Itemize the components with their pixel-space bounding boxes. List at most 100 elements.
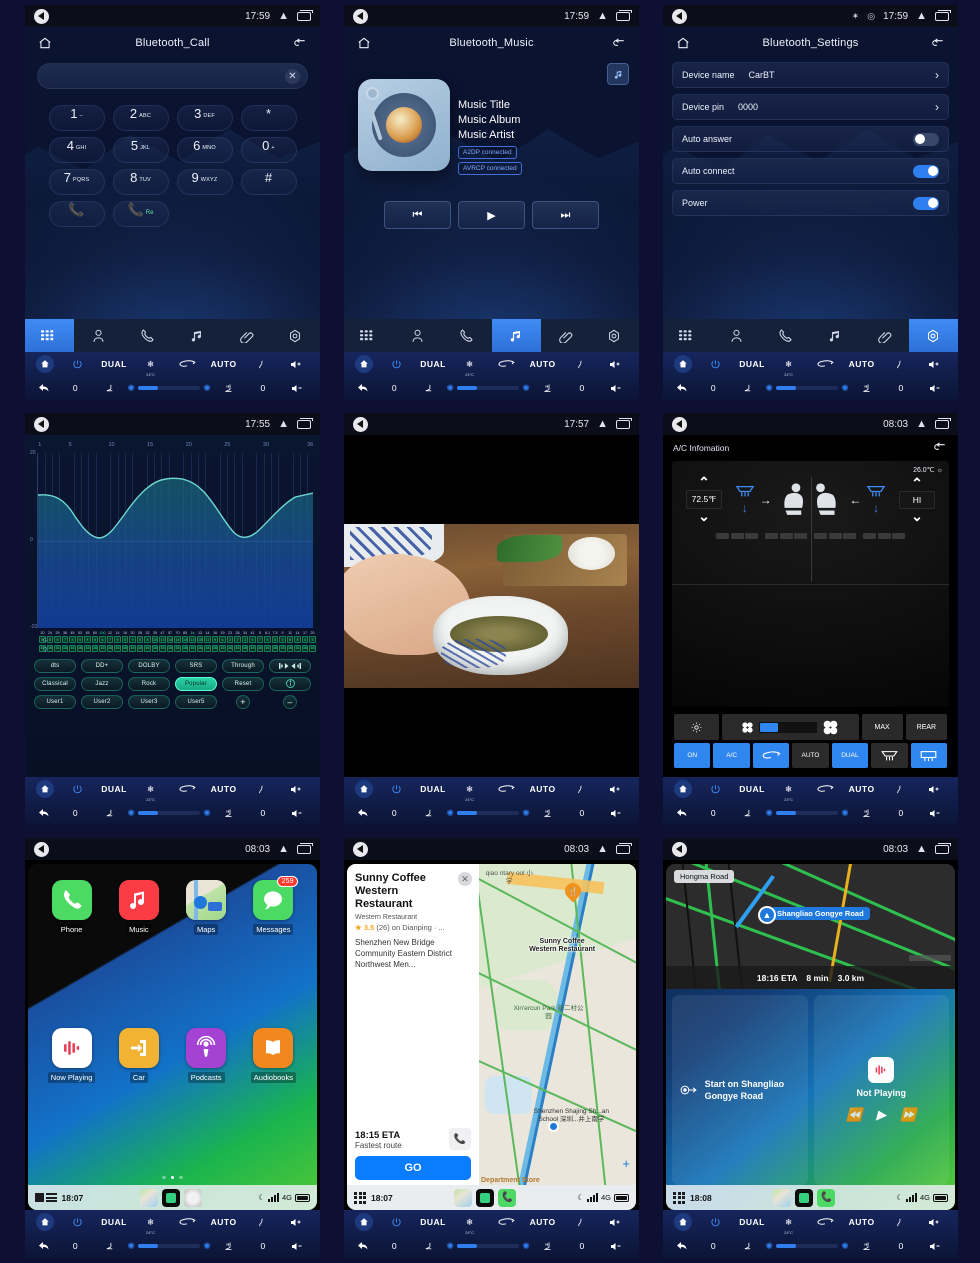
close-icon[interactable]: ✕: [458, 872, 472, 886]
snowflake-icon[interactable]: ❄ 24°C: [132, 1217, 169, 1235]
auto-label[interactable]: AUTO: [843, 359, 880, 369]
max-button[interactable]: MAX: [861, 714, 903, 740]
dual-label[interactable]: DUAL: [96, 1217, 133, 1227]
power-icon[interactable]: [59, 1217, 96, 1228]
seat-airflow-icon[interactable]: [880, 784, 917, 795]
fan-speed-slider[interactable]: ✺ ✺: [765, 383, 848, 394]
fan-speed-slider[interactable]: ✺ ✺: [127, 1241, 210, 1252]
eq-q-row[interactable]: 16 16 16 16 16 16 16 16 16 16 16 16 16 16 16 16 16 16 16 16…: [39, 644, 316, 652]
maps-mini-icon[interactable]: [454, 1188, 472, 1207]
tab-link[interactable]: [860, 319, 909, 352]
recents-icon[interactable]: [616, 844, 630, 854]
clear-icon[interactable]: ✕: [285, 68, 300, 84]
eq-gain-cell[interactable]: 8: [144, 636, 151, 643]
seat-airflow-icon[interactable]: [880, 1217, 917, 1228]
eq-button-jazz[interactable]: Jazz: [81, 676, 123, 691]
back-arrow-icon[interactable]: [932, 440, 948, 456]
eq-gain-cell[interactable]: 10: [151, 636, 159, 643]
volume-down-icon[interactable]: [280, 383, 315, 394]
seat-airflow-icon[interactable]: [561, 1217, 598, 1228]
eq-gain-cell[interactable]: 4: [301, 636, 309, 643]
tab-link[interactable]: [222, 319, 271, 352]
call-button[interactable]: 📞: [48, 201, 105, 227]
seat-heater-icon[interactable]: [530, 383, 565, 394]
left-temp-down[interactable]: ⌄: [698, 509, 710, 523]
apps-grid-icon[interactable]: [354, 1191, 366, 1204]
key-star[interactable]: *: [240, 105, 297, 131]
eq-gain-cell[interactable]: 9: [129, 636, 136, 643]
eq-q-cell[interactable]: 16: [219, 644, 226, 652]
dual-label[interactable]: DUAL: [415, 784, 452, 794]
climate-home-icon[interactable]: [673, 355, 692, 373]
eq-gain-cell[interactable]: 8: [294, 636, 301, 643]
eq-q-cell[interactable]: 16: [46, 644, 54, 652]
eq-gain-cell[interactable]: 6: [249, 636, 256, 643]
recirculate-icon[interactable]: [488, 1217, 525, 1227]
music-app-mini-icon[interactable]: [795, 1188, 813, 1207]
volume-down-icon[interactable]: [918, 808, 953, 819]
eq-gain-cell[interactable]: 6: [91, 636, 99, 643]
seat-recline-icon[interactable]: [412, 808, 447, 819]
ac-mode-auto[interactable]: AUTO: [792, 743, 829, 768]
volume-down-icon[interactable]: [918, 383, 953, 394]
tab-settings[interactable]: [590, 319, 639, 352]
map-canvas[interactable]: 🍴 Sunny Coffee Western Restaurant Xin'er…: [479, 864, 636, 1185]
key-7[interactable]: 7 PQRS: [48, 169, 105, 195]
back-icon[interactable]: [353, 841, 368, 857]
eq-gain-cell[interactable]: 5: [121, 636, 129, 643]
power-icon[interactable]: [378, 359, 415, 370]
eq-gain-cell[interactable]: 14: [166, 636, 174, 643]
eq-q-cell[interactable]: 16: [114, 644, 121, 652]
eq-q-cell[interactable]: 16: [271, 644, 279, 652]
eq-q-cell[interactable]: 16: [234, 644, 241, 652]
phone-mini-icon[interactable]: 📞: [817, 1188, 835, 1207]
tab-settings[interactable]: [271, 319, 320, 352]
fan-speed-slider[interactable]: ✺ ✺: [446, 383, 529, 394]
fan-speed-slider[interactable]: ✺ ✺: [127, 808, 210, 819]
eq-gain-cell[interactable]: 14: [181, 636, 189, 643]
recents-icon[interactable]: [297, 419, 311, 429]
rear-button[interactable]: REAR: [905, 714, 947, 740]
recents-icon[interactable]: [297, 844, 311, 854]
key-0[interactable]: 0 +: [240, 137, 297, 163]
dual-label[interactable]: DUAL: [415, 359, 452, 369]
back-icon[interactable]: [34, 8, 49, 24]
tab-keypad[interactable]: [344, 319, 393, 352]
forward-button[interactable]: ⏩: [900, 1107, 916, 1123]
eq-q-cell[interactable]: 16: [91, 644, 99, 652]
climate-home-icon[interactable]: [354, 780, 373, 798]
fan-speed-slider[interactable]: ✺ ✺: [127, 383, 210, 394]
left-temp-up[interactable]: ⌃: [698, 475, 710, 489]
eq-q-cell[interactable]: 16: [309, 644, 316, 652]
eq-q-cell[interactable]: 16: [76, 644, 84, 652]
eq-q-cell[interactable]: 16: [151, 644, 159, 652]
page-indicator[interactable]: [28, 1175, 317, 1186]
power-icon[interactable]: [378, 1217, 415, 1228]
seat-airflow-icon[interactable]: [880, 359, 917, 370]
tab-contacts[interactable]: [393, 319, 442, 352]
home-icon[interactable]: [357, 36, 371, 50]
climate-home-icon[interactable]: [673, 780, 692, 798]
volume-down-icon[interactable]: [280, 1241, 315, 1252]
left-face-arrow-icon[interactable]: →: [760, 493, 772, 507]
setting-row-auto-connect[interactable]: Auto connect: [672, 158, 949, 184]
back-icon-climate[interactable]: [668, 808, 696, 818]
snowflake-icon[interactable]: ❄ 24°C: [770, 784, 807, 802]
eq-q-cell[interactable]: 16: [279, 644, 286, 652]
eq-gain-cell[interactable]: 7: [61, 636, 69, 643]
dual-label[interactable]: DUAL: [734, 359, 771, 369]
music-source-button[interactable]: [607, 63, 629, 85]
key-3[interactable]: 3 DEF: [176, 105, 233, 131]
phone-mini-icon[interactable]: 📞: [498, 1188, 516, 1207]
back-icon[interactable]: [672, 8, 687, 24]
eq-button-through[interactable]: Through: [222, 658, 264, 673]
eq-q-cell[interactable]: 16: [144, 644, 151, 652]
eq-q-cell[interactable]: 16: [99, 644, 106, 652]
volume-up-icon[interactable]: [916, 784, 953, 795]
eq-gain-cell[interactable]: 13: [189, 636, 196, 643]
eq-q-cell[interactable]: 16: [294, 644, 301, 652]
auto-label[interactable]: AUTO: [205, 1217, 242, 1227]
eq-button-dd-[interactable]: DD+: [81, 658, 123, 673]
chevron-right-icon[interactable]: ›: [935, 100, 939, 114]
eq-gain-cell[interactable]: 5: [279, 636, 286, 643]
